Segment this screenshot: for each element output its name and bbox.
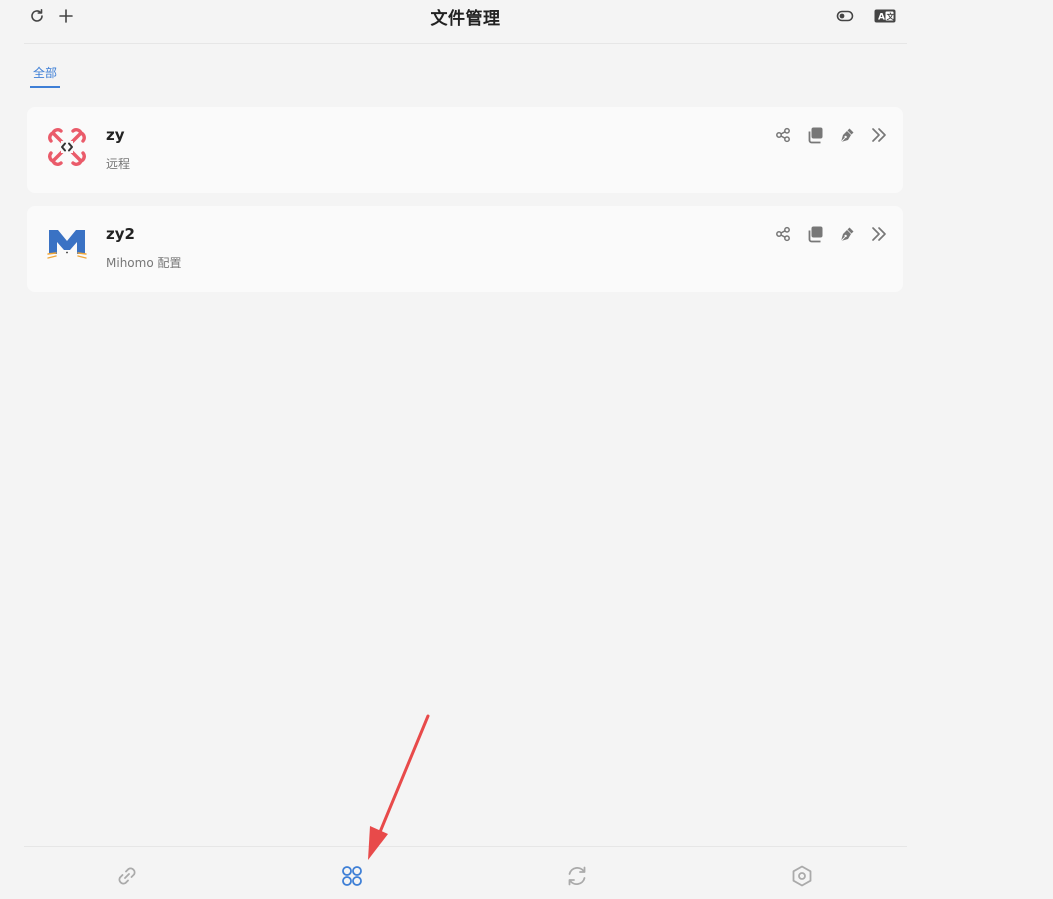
sync-icon[interactable] [564,863,590,889]
tab-all[interactable]: 全部 [30,64,61,88]
edit-icon[interactable] [837,224,857,244]
translate-icon[interactable]: A文 [872,4,898,28]
profile-description: 远程 [106,157,131,171]
more-icon[interactable] [869,224,889,244]
more-icon[interactable] [869,125,889,145]
mihomo-logo-icon [45,224,89,268]
profile-card[interactable]: zy2 Mihomo 配置 [27,206,903,292]
apps-grid-icon[interactable] [339,863,365,889]
copy-icon[interactable] [805,224,825,244]
toggle-icon[interactable] [833,4,857,28]
settings-hexagon-icon[interactable] [789,863,815,889]
svg-text:文: 文 [887,11,895,21]
page-title: 文件管理 [430,9,501,29]
svg-text:A: A [878,13,885,23]
edit-icon[interactable] [837,125,857,145]
copy-icon[interactable] [805,125,825,145]
share-icon[interactable] [773,125,793,145]
card-actions [773,224,889,244]
profile-card[interactable]: zy 远程 [27,107,903,193]
share-icon[interactable] [773,224,793,244]
remote-logo-icon [45,125,89,169]
app-root: 文件管理 A文 全部 zy 远程 zy2 Mihomo 配置 [0,0,1053,899]
profile-description: Mihomo 配置 [106,256,182,270]
profile-name: zy2 [106,225,135,243]
top-bar: 文件管理 A文 [24,0,907,44]
profile-name: zy [106,126,125,144]
filter-tabs: 全部 [30,62,61,88]
card-actions [773,125,889,145]
link-icon[interactable] [114,863,140,889]
bottom-nav [24,846,907,899]
